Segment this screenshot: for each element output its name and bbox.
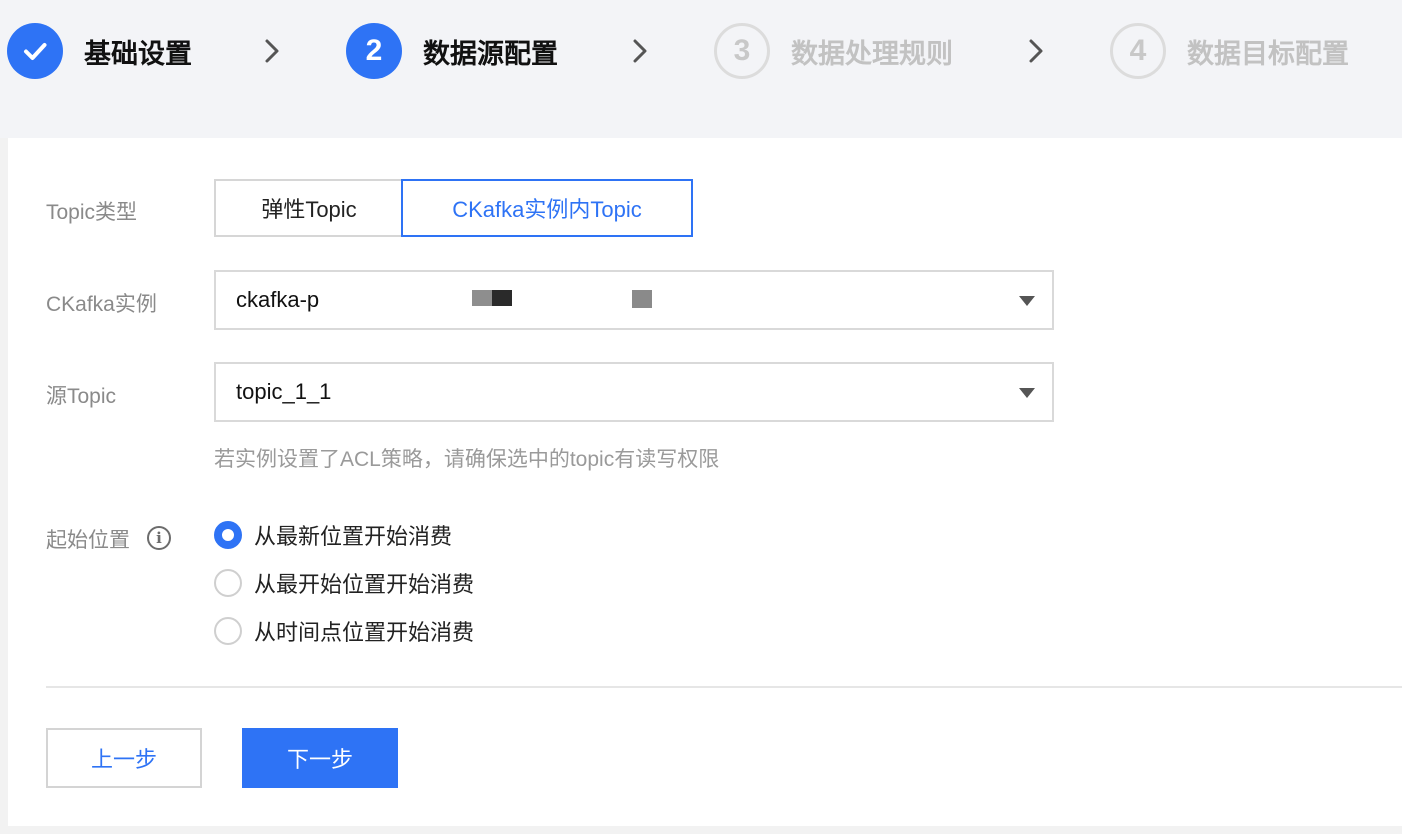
step-processing-rules: 3 数据处理规则 [714,23,953,79]
radio-label: 从最开始位置开始消费 [254,573,475,598]
radio-latest[interactable]: 从最新位置开始消费 [214,519,452,551]
source-topic-select[interactable]: topic_1_1 [214,362,1054,422]
step-label: 数据处理规则 [791,38,953,70]
redaction-block [492,290,512,306]
steps-bar: 基础设置 2 数据源配置 3 数据处理规则 4 数据目标配置 [0,0,1402,138]
radio-button[interactable] [214,569,242,597]
radio-label: 从最新位置开始消费 [254,525,453,550]
topic-type-elastic-option[interactable]: 弹性Topic [214,179,402,237]
chevron-right-icon [1029,39,1043,63]
divider [46,686,1402,688]
check-icon [24,43,47,60]
step-number-circle: 2 [346,23,402,79]
chevron-right-icon [265,39,279,63]
step-target-config: 4 数据目标配置 [1110,23,1349,79]
radio-earliest[interactable]: 从最开始位置开始消费 [214,567,474,599]
radio-timestamp[interactable]: 从时间点位置开始消费 [214,615,474,647]
source-topic-label: 源Topic [46,385,117,408]
form-card: Topic类型 弹性Topic CKafka实例内Topic CKafka实例 … [8,138,1402,826]
radio-label: 从时间点位置开始消费 [254,621,475,646]
start-position-label: 起始位置 [46,529,130,552]
step-label: 基础设置 [84,38,192,70]
step-done-circle [7,23,63,79]
previous-step-button[interactable]: 上一步 [46,728,202,788]
source-topic-value: topic_1_1 [236,379,332,404]
radio-button[interactable] [214,617,242,645]
redaction-block [472,290,492,306]
step-label: 数据源配置 [423,38,558,70]
topic-type-label: Topic类型 [46,201,138,224]
redaction-block [632,290,652,308]
acl-hint: 若实例设置了ACL策略，请确保选中的topic有读写权限 [214,448,720,471]
step-number-circle: 3 [714,23,770,79]
ckafka-instance-label: CKafka实例 [46,293,157,316]
radio-button-checked[interactable] [214,521,242,549]
step-label: 数据目标配置 [1187,38,1349,70]
info-icon[interactable]: i [147,526,171,550]
step-data-source: 2 数据源配置 [346,23,558,79]
caret-down-icon [1019,296,1035,306]
next-step-button[interactable]: 下一步 [242,728,398,788]
ckafka-instance-select[interactable]: ckafka-p [214,270,1054,330]
chevron-right-icon [633,39,647,63]
step-number-circle: 4 [1110,23,1166,79]
topic-type-ckafka-option[interactable]: CKafka实例内Topic [401,179,693,237]
caret-down-icon [1019,388,1035,398]
ckafka-instance-value: ckafka-p [236,287,320,312]
step-basic-settings: 基础设置 [7,23,192,79]
